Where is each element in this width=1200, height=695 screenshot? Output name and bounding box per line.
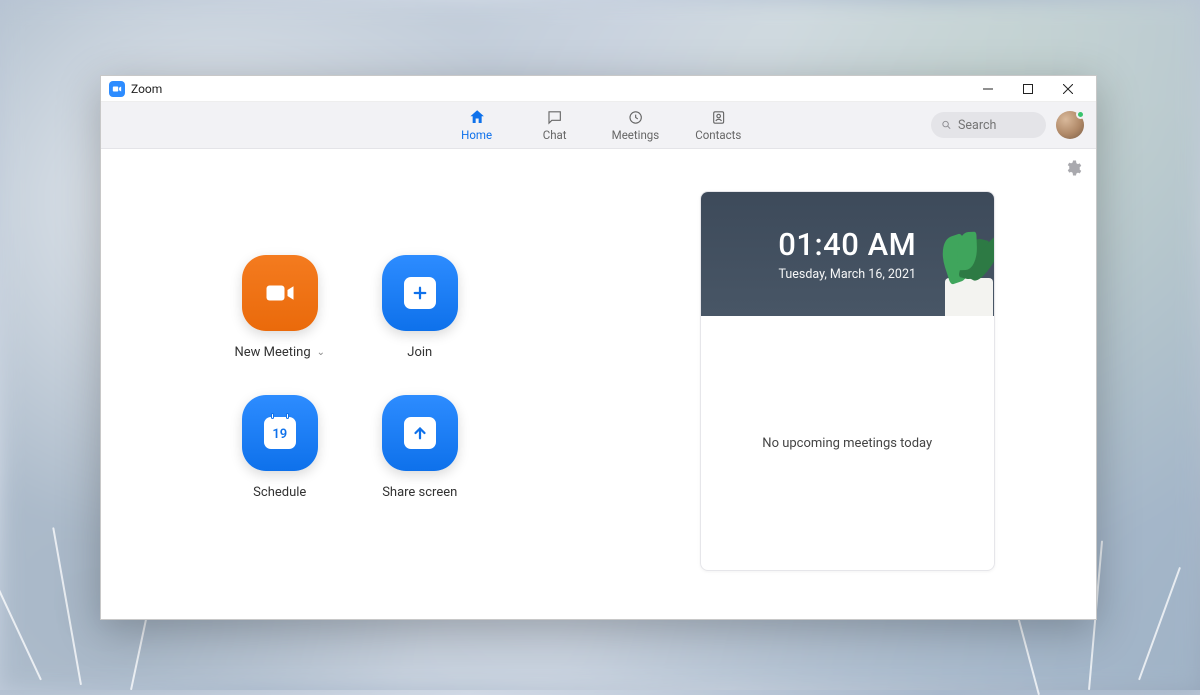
tab-chat-label: Chat (543, 128, 567, 142)
search-icon (941, 118, 952, 132)
meetings-card: 01:40 AM Tuesday, March 16, 2021 No upco… (700, 191, 995, 571)
tab-home-label: Home (461, 128, 492, 142)
minimize-button[interactable] (968, 76, 1008, 102)
tab-chat[interactable]: Chat (530, 102, 580, 148)
window-controls (968, 76, 1088, 102)
zoom-app-icon (109, 81, 125, 97)
home-actions: New Meeting ⌄ Join (101, 149, 599, 619)
meetings-empty: No upcoming meetings today (701, 316, 994, 570)
plant-decor (929, 194, 994, 316)
clock-hero: 01:40 AM Tuesday, March 16, 2021 (701, 192, 994, 316)
new-meeting-button[interactable]: New Meeting ⌄ (215, 249, 345, 389)
share-screen-button[interactable]: Share screen (355, 389, 485, 529)
titlebar: Zoom (101, 76, 1096, 102)
close-button[interactable] (1048, 76, 1088, 102)
calendar-day: 19 (272, 427, 287, 442)
settings-button[interactable] (1064, 159, 1082, 181)
meetings-panel: 01:40 AM Tuesday, March 16, 2021 No upco… (599, 149, 1097, 619)
new-meeting-label: New Meeting (234, 345, 310, 360)
gear-icon (1064, 159, 1082, 177)
contacts-icon (710, 108, 727, 126)
tab-meetings[interactable]: Meetings (608, 102, 664, 148)
tab-contacts-label: Contacts (695, 128, 741, 142)
calendar-icon: 19 (264, 417, 296, 449)
tab-meetings-label: Meetings (612, 128, 660, 142)
tab-contacts[interactable]: Contacts (691, 102, 745, 148)
video-icon (242, 255, 318, 331)
join-button[interactable]: Join (355, 249, 485, 389)
chat-icon (546, 108, 563, 126)
meetings-empty-text: No upcoming meetings today (762, 436, 932, 451)
chevron-down-icon[interactable]: ⌄ (317, 347, 325, 358)
top-tabbar: Home Chat Meetings Contacts (101, 102, 1096, 149)
join-label: Join (407, 345, 432, 360)
avatar[interactable] (1056, 111, 1084, 139)
search-box[interactable] (931, 112, 1046, 138)
maximize-button[interactable] (1008, 76, 1048, 102)
search-input[interactable] (958, 118, 1036, 133)
share-screen-label: Share screen (382, 485, 457, 500)
home-icon (468, 108, 486, 126)
app-title: Zoom (131, 82, 162, 96)
schedule-label: Schedule (253, 485, 306, 500)
presence-indicator (1076, 110, 1085, 119)
plus-icon (404, 277, 436, 309)
main-content: New Meeting ⌄ Join (101, 149, 1096, 619)
clock-time: 01:40 AM (778, 226, 916, 263)
schedule-button[interactable]: 19 Schedule (215, 389, 345, 529)
tab-home[interactable]: Home (452, 102, 502, 148)
app-window: Zoom Home (100, 75, 1097, 620)
clock-icon (627, 108, 644, 126)
clock-date: Tuesday, March 16, 2021 (779, 267, 917, 282)
arrow-up-icon (404, 417, 436, 449)
